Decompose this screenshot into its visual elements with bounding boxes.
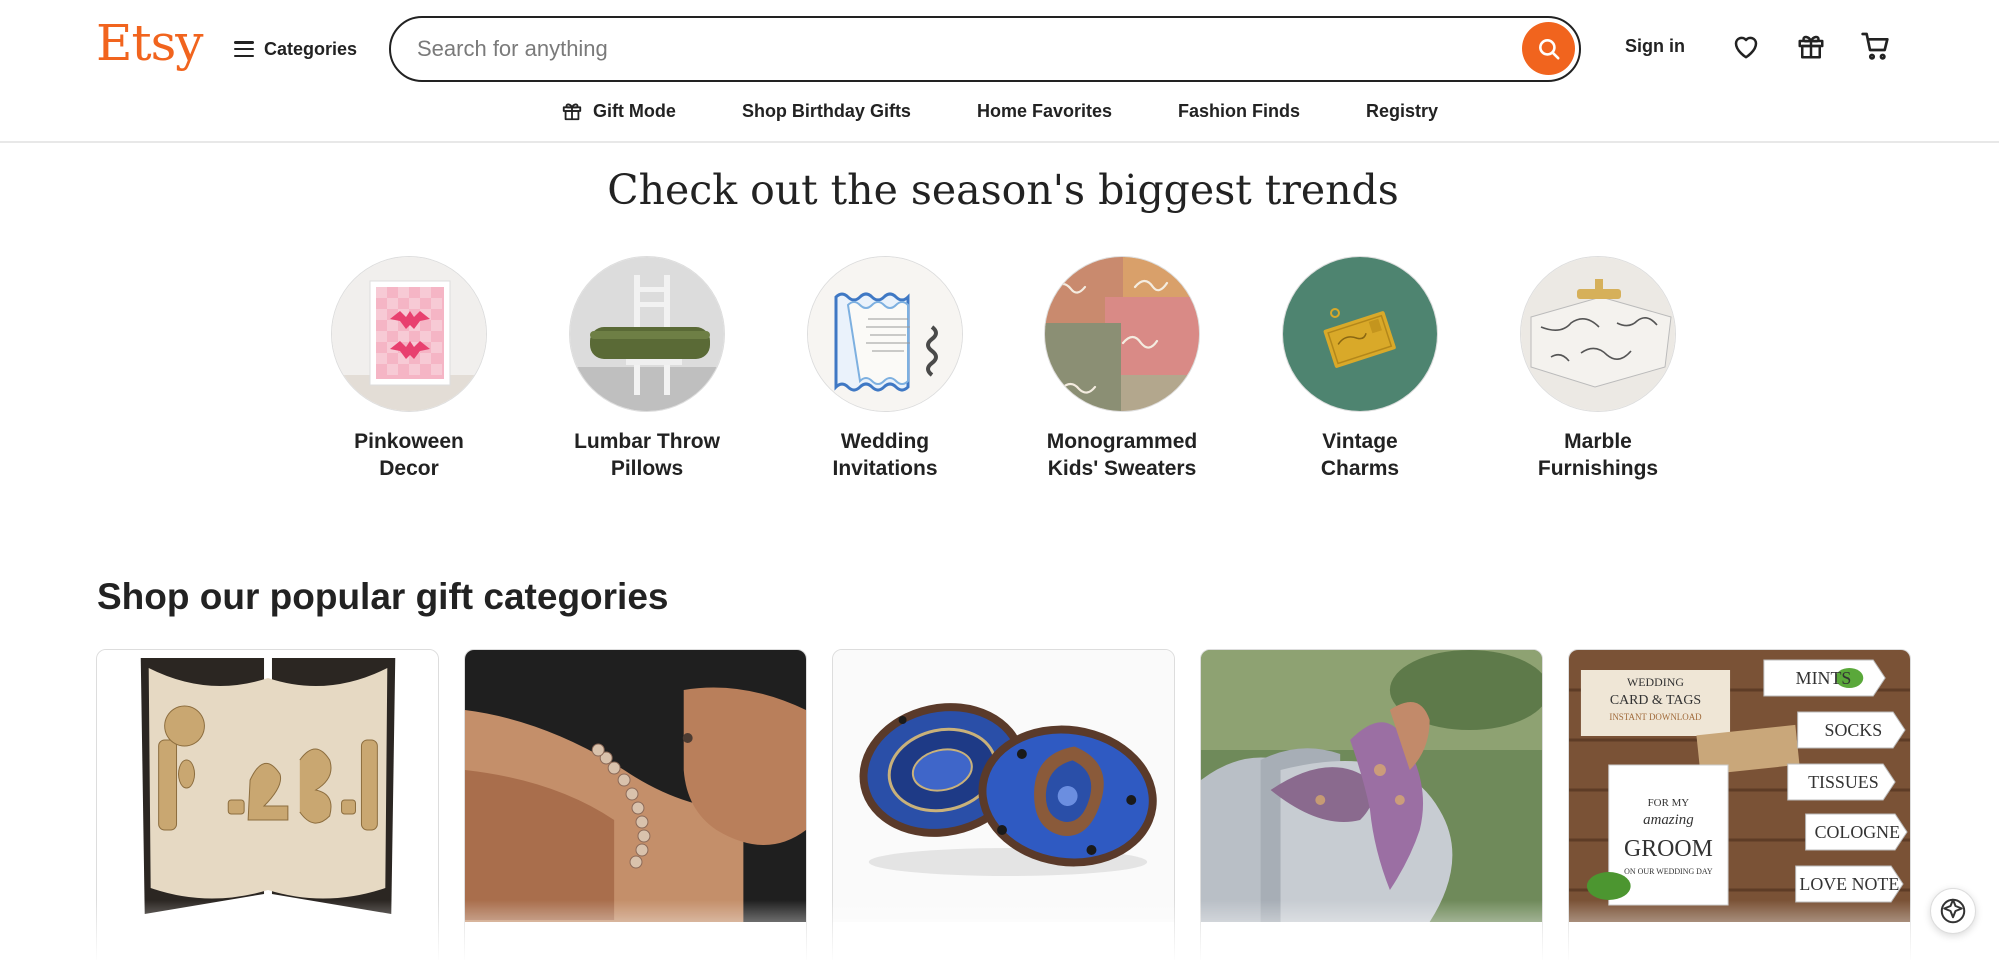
gift-category-card[interactable]	[832, 649, 1175, 960]
site-header: Etsy Categories Sign in Gift Mode Shop B…	[0, 0, 1999, 143]
trend-item-pinkoween-decor[interactable]: Pinkoween Decor	[309, 256, 509, 482]
gift-icon	[1798, 35, 1824, 59]
subnav-label: Shop Birthday Gifts	[741, 100, 911, 121]
gift-category-image	[833, 650, 1174, 922]
svg-text:FOR MY: FOR MY	[1648, 797, 1690, 809]
categories-label: Categories	[264, 38, 358, 59]
trend-image	[1520, 256, 1676, 412]
subnav-label: Gift Mode	[592, 100, 676, 121]
assistant-button[interactable]	[1930, 888, 1976, 934]
subnav-label: Registry	[1366, 100, 1439, 121]
svg-text:GROOM: GROOM	[1624, 836, 1713, 862]
search-input[interactable]	[417, 18, 1497, 79]
trend-item-vintage-charms[interactable]: Vintage Charms	[1260, 256, 1460, 482]
gift-category-image	[1201, 650, 1542, 922]
sparkle-icon	[1940, 898, 1966, 924]
trend-item-monogrammed-kids-sweaters[interactable]: Monogrammed Kids' Sweaters	[1022, 256, 1222, 482]
trend-label: Monogrammed Kids' Sweaters	[1046, 430, 1198, 480]
sign-in-link[interactable]: Sign in	[1625, 36, 1685, 57]
gift-mode-button[interactable]	[1793, 28, 1829, 64]
etsy-logo[interactable]: Etsy	[96, 14, 203, 72]
gift-category-image	[97, 650, 438, 922]
trend-label: Pinkoween Decor	[354, 430, 464, 480]
subnav-registry[interactable]: Registry	[1366, 96, 1438, 126]
sub-navigation: Gift Mode Shop Birthday Gifts Home Favor…	[0, 96, 1999, 126]
favorites-button[interactable]	[1728, 28, 1764, 64]
trend-label: Marble Furnishings	[1537, 430, 1659, 480]
subnav-birthday-gifts[interactable]: Shop Birthday Gifts	[742, 96, 911, 126]
heart-icon	[1734, 36, 1758, 59]
search-button[interactable]	[1522, 22, 1575, 75]
gift-category-card[interactable]: WEDDING CARD & TAGS INSTANT DOWNLOAD MIN…	[1568, 649, 1911, 960]
svg-text:TISSUES: TISSUES	[1808, 772, 1879, 792]
gift-category-image	[465, 650, 806, 922]
svg-text:WEDDING: WEDDING	[1627, 675, 1684, 689]
svg-text:CARD & TAGS: CARD & TAGS	[1610, 693, 1701, 708]
gift-category-card[interactable]	[1200, 649, 1543, 960]
trend-label: Lumbar Throw Pillows	[574, 430, 720, 480]
trend-image	[1044, 256, 1200, 412]
search-bar	[389, 16, 1581, 82]
svg-text:COLOGNE: COLOGNE	[1815, 822, 1900, 842]
gift-icon	[562, 103, 582, 121]
subnav-gift-mode[interactable]: Gift Mode	[561, 96, 676, 126]
subnav-label: Home Favorites	[976, 100, 1112, 121]
trend-image	[569, 256, 725, 412]
trend-image	[807, 256, 963, 412]
gift-categories-heading: Shop our popular gift categories	[97, 576, 669, 617]
svg-text:amazing: amazing	[1643, 812, 1694, 828]
trend-label: Wedding Invitations	[832, 430, 938, 480]
menu-icon	[234, 41, 254, 57]
svg-text:SOCKS: SOCKS	[1825, 720, 1883, 740]
svg-text:LOVE NOTE: LOVE NOTE	[1799, 874, 1899, 894]
trend-image	[331, 256, 487, 412]
trend-item-marble-furnishings[interactable]: Marble Furnishings	[1498, 256, 1698, 482]
search-icon	[1538, 38, 1560, 60]
svg-text:MINTS: MINTS	[1796, 668, 1852, 688]
svg-text:INSTANT DOWNLOAD: INSTANT DOWNLOAD	[1609, 712, 1702, 722]
trend-label: Vintage Charms	[1320, 430, 1400, 480]
svg-text:ON OUR WEDDING DAY: ON OUR WEDDING DAY	[1624, 867, 1713, 876]
cart-icon	[1861, 32, 1889, 60]
gift-category-card[interactable]	[96, 649, 439, 960]
subnav-home-favorites[interactable]: Home Favorites	[977, 96, 1112, 126]
trend-image	[1282, 256, 1438, 412]
trend-item-lumbar-throw-pillows[interactable]: Lumbar Throw Pillows	[547, 256, 747, 482]
trend-item-wedding-invitations[interactable]: Wedding Invitations	[785, 256, 985, 482]
subnav-label: Fashion Finds	[1178, 100, 1301, 121]
subnav-fashion-finds[interactable]: Fashion Finds	[1178, 96, 1300, 126]
gift-category-image: WEDDING CARD & TAGS INSTANT DOWNLOAD MIN…	[1569, 650, 1910, 922]
categories-button[interactable]: Categories	[234, 30, 357, 68]
trends-heading: Check out the season's biggest trends	[607, 166, 1399, 214]
cart-button[interactable]	[1858, 28, 1894, 64]
gift-category-card[interactable]	[464, 649, 807, 960]
